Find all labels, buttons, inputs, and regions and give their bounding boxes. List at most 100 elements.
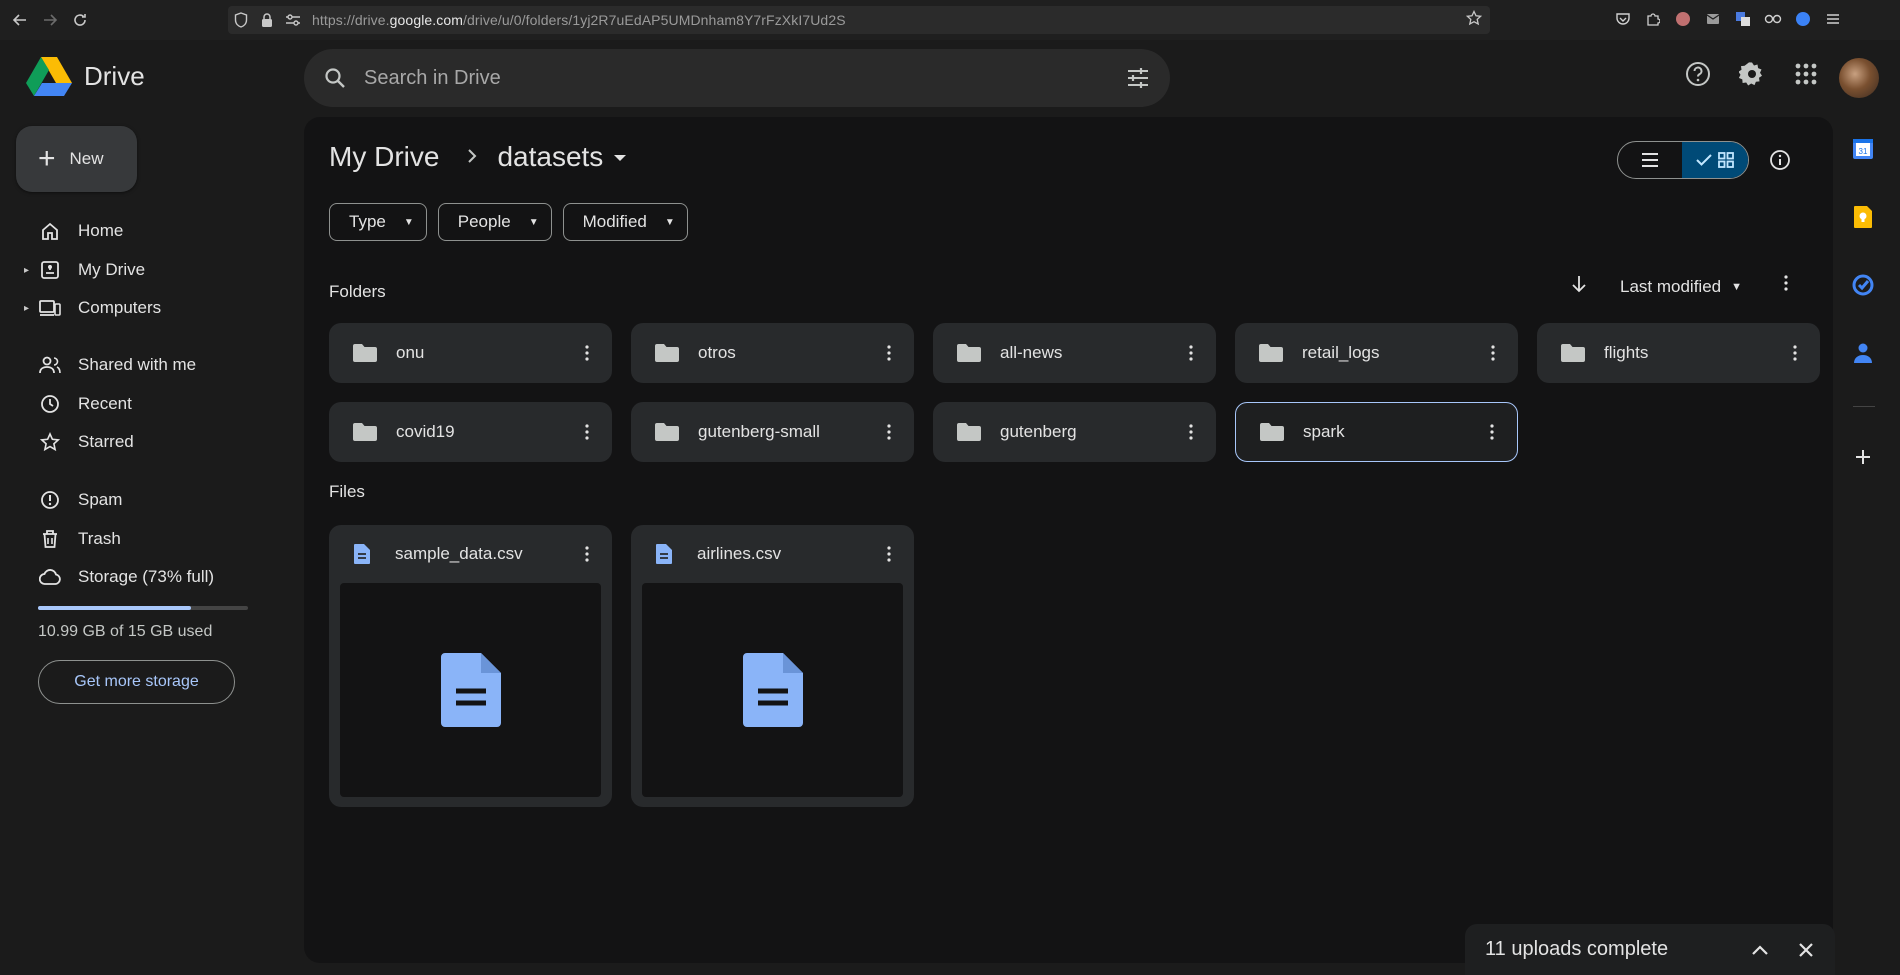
sidebar-item-computers[interactable]: ▸ Computers (24, 291, 161, 325)
pocket-icon[interactable] (1612, 8, 1634, 30)
sort-direction-icon[interactable] (1572, 275, 1586, 298)
permissions-icon[interactable] (280, 14, 306, 26)
settings-gear-icon[interactable] (1734, 56, 1770, 92)
folder-card[interactable]: flights (1537, 323, 1820, 383)
more-options-icon[interactable] (1784, 275, 1788, 296)
list-view-button[interactable] (1618, 142, 1682, 178)
filter-people-chip[interactable]: People ▼ (437, 203, 552, 241)
drive-logo-icon (26, 57, 72, 96)
grid-view-button[interactable] (1682, 142, 1748, 178)
search-options-icon[interactable] (1126, 67, 1150, 89)
get-more-storage-button[interactable]: Get more storage (38, 660, 235, 704)
add-addon-icon[interactable] (1851, 445, 1875, 469)
filter-type-chip[interactable]: Type ▼ (329, 203, 427, 241)
sidebar-item-trash[interactable]: Trash (24, 522, 121, 556)
close-icon[interactable] (1789, 933, 1823, 967)
apps-grid-icon[interactable] (1788, 56, 1824, 92)
dropdown-caret-icon[interactable] (613, 149, 627, 165)
shield-icon[interactable] (228, 12, 254, 28)
url-path: /drive/u/0/folders/1yj2R7uEdAP5UMDnham8Y… (463, 12, 846, 28)
drive-logo[interactable]: Drive (26, 56, 145, 96)
more-options-icon[interactable] (1176, 338, 1206, 368)
sidebar-item-my-drive[interactable]: ▸ My Drive (24, 253, 145, 287)
spam-icon (38, 488, 62, 512)
breadcrumb: My Drive datasets (329, 141, 627, 173)
file-card-header: sample_data.csv (329, 525, 612, 583)
bookmark-star-icon[interactable] (1465, 9, 1483, 31)
search-input[interactable] (364, 66, 1084, 90)
more-options-icon[interactable] (572, 338, 602, 368)
mail-extension-icon[interactable] (1702, 8, 1724, 30)
account-avatar[interactable] (1839, 58, 1879, 98)
document-preview-icon (742, 653, 803, 727)
filter-modified-chip[interactable]: Modified ▼ (562, 203, 688, 241)
calendar-icon[interactable]: 31 (1851, 137, 1875, 161)
file-name: sample_data.csv (395, 544, 523, 563)
folder-card-selected[interactable]: spark (1235, 402, 1518, 462)
sidebar-item-home[interactable]: Home (24, 214, 123, 248)
tasks-icon[interactable] (1851, 273, 1875, 297)
folder-card[interactable]: retail_logs (1235, 323, 1518, 383)
glasses-extension-icon[interactable] (1762, 8, 1784, 30)
forward-icon[interactable] (36, 6, 64, 34)
sort-label[interactable]: Last modified (1620, 277, 1721, 297)
more-options-icon[interactable] (874, 338, 904, 368)
folder-card[interactable]: covid19 (329, 402, 612, 462)
breadcrumb-root[interactable]: My Drive (329, 141, 439, 173)
folder-icon (956, 342, 982, 364)
lock-icon[interactable] (254, 12, 280, 28)
search-bar[interactable] (304, 49, 1170, 107)
contacts-icon[interactable] (1851, 341, 1875, 365)
sidebar-item-shared-with-me[interactable]: Shared with me (24, 348, 196, 382)
search-icon[interactable] (324, 67, 346, 89)
header-actions (1680, 56, 1824, 92)
file-thumbnail[interactable] (340, 583, 601, 797)
address-bar[interactable]: https://drive.google.com/drive/u/0/folde… (228, 6, 1490, 34)
more-options-icon[interactable] (1478, 338, 1508, 368)
chip-label: Type (349, 212, 386, 231)
new-button[interactable]: + New (16, 126, 137, 192)
menu-icon[interactable] (1822, 8, 1844, 30)
sidebar-item-label: Starred (78, 432, 134, 451)
more-options-icon[interactable] (572, 417, 602, 447)
folder-card[interactable]: otros (631, 323, 914, 383)
translate-extension-icon[interactable] (1732, 8, 1754, 30)
dropdown-caret-icon: ▼ (1731, 280, 1743, 293)
more-options-icon[interactable] (572, 539, 602, 569)
home-icon (38, 219, 62, 243)
sidebar-item-storage[interactable]: Storage (73% full) (24, 560, 214, 594)
file-card[interactable]: sample_data.csv (329, 525, 612, 807)
more-options-icon[interactable] (1477, 417, 1507, 447)
sidebar-item-spam[interactable]: Spam (24, 483, 122, 517)
folder-name: spark (1303, 422, 1345, 441)
sidebar-item-label: Home (78, 221, 124, 240)
info-icon[interactable] (1769, 149, 1791, 176)
sidebar-item-label: Storage (73% full) (78, 567, 215, 586)
keep-icon[interactable] (1851, 205, 1875, 229)
puzzle-icon[interactable] (1642, 8, 1664, 30)
reload-icon[interactable] (66, 6, 94, 34)
more-options-icon[interactable] (1780, 338, 1810, 368)
folder-card[interactable]: gutenberg-small (631, 402, 914, 462)
file-thumbnail[interactable] (642, 583, 903, 797)
more-options-icon[interactable] (874, 539, 904, 569)
expand-caret-icon[interactable]: ▸ (24, 303, 29, 314)
help-icon[interactable] (1680, 56, 1716, 92)
dropdown-caret-icon: ▼ (528, 216, 539, 228)
folder-card[interactable]: gutenberg (933, 402, 1216, 462)
folder-card[interactable]: onu (329, 323, 612, 383)
chevron-up-icon[interactable] (1743, 933, 1777, 967)
back-icon[interactable] (6, 6, 34, 34)
sort-control[interactable]: Last modified ▼ (1572, 275, 1742, 298)
profile-extension-icon[interactable] (1672, 8, 1694, 30)
more-options-icon[interactable] (874, 417, 904, 447)
more-options-icon[interactable] (1176, 417, 1206, 447)
check-extension-icon[interactable] (1792, 8, 1814, 30)
file-card[interactable]: airlines.csv (631, 525, 914, 807)
folder-card[interactable]: all-news (933, 323, 1216, 383)
breadcrumb-current[interactable]: datasets (497, 141, 603, 173)
expand-caret-icon[interactable]: ▸ (24, 265, 29, 276)
storage-usage-text: 10.99 GB of 15 GB used (38, 623, 213, 640)
sidebar-item-starred[interactable]: Starred (24, 425, 134, 459)
sidebar-item-recent[interactable]: Recent (24, 387, 132, 421)
